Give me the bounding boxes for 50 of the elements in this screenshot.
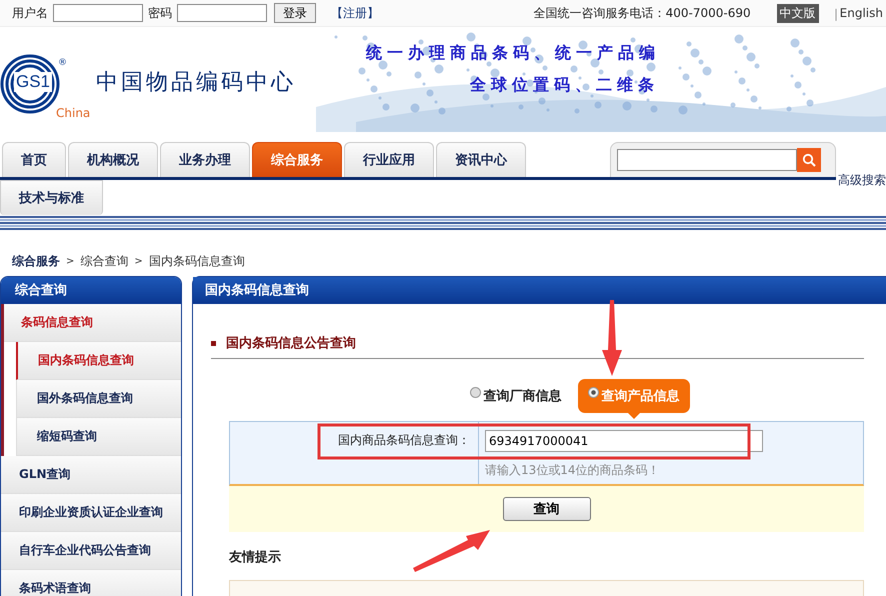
breadcrumb-separator: > bbox=[66, 256, 74, 266]
barcode-field[interactable]: 6934917000041 bbox=[485, 430, 763, 452]
nav-tab[interactable]: 机构概况 bbox=[68, 142, 158, 177]
register-link[interactable]: 【注册】 bbox=[331, 4, 379, 22]
nav-tab[interactable]: 综合服务 bbox=[252, 142, 342, 177]
username-field[interactable] bbox=[53, 4, 143, 22]
sidebar-item[interactable]: 印刷企业资质认证企业查询 bbox=[1, 494, 181, 532]
hotline-text: 全国统一咨询服务电话：400-7000-690 bbox=[534, 4, 751, 22]
separator-text: | bbox=[834, 7, 838, 21]
search-button[interactable] bbox=[797, 148, 821, 172]
field-label: 国内商品条码信息查询： bbox=[338, 432, 470, 449]
nav-tab[interactable]: 首页 bbox=[2, 142, 66, 177]
nav-tab[interactable]: 技术与标准 bbox=[0, 180, 103, 215]
breadcrumb-link[interactable]: 综合服务 bbox=[12, 252, 60, 270]
query-button[interactable]: 查询 bbox=[502, 497, 590, 521]
username-label: 用户名 bbox=[12, 4, 48, 22]
sidebar-item[interactable]: 条码术语查询 bbox=[1, 570, 181, 596]
slogan-text: 统一办理商品条码、统一产品编 bbox=[366, 43, 660, 64]
organization-name: 中国物品编码中心 bbox=[96, 69, 296, 97]
nav-tab[interactable]: 资讯中心 bbox=[436, 142, 526, 177]
sidebar-subitem[interactable]: 国外条码信息查询 bbox=[16, 380, 181, 418]
login-button[interactable]: 登录 bbox=[274, 3, 316, 23]
sidebar-item[interactable]: 条码信息查询 bbox=[4, 304, 181, 342]
password-label: 密码 bbox=[148, 4, 172, 22]
hint-text: 请输入13位或14位的商品条码！ bbox=[485, 463, 661, 477]
logo-region-text: China bbox=[56, 106, 90, 120]
sidebar-subitem[interactable]: 缩短码查询 bbox=[16, 418, 181, 456]
search-icon bbox=[802, 153, 816, 167]
bullet-icon bbox=[211, 340, 216, 346]
sidebar-item[interactable]: GLN查询 bbox=[1, 456, 181, 494]
breadcrumb-link[interactable]: 综合查询 bbox=[80, 252, 128, 270]
panel-header: 国内条码信息查询 bbox=[193, 277, 886, 304]
registered-mark: ® bbox=[58, 58, 67, 68]
language-link[interactable]: English bbox=[836, 5, 886, 21]
radio-option[interactable]: 查询厂商信息 bbox=[470, 387, 562, 405]
tips-title: 友情提示 bbox=[229, 549, 282, 566]
nav-tab[interactable]: 行业应用 bbox=[344, 142, 434, 177]
breadcrumb-link[interactable]: 国内条码信息查询 bbox=[148, 252, 245, 270]
password-field[interactable] bbox=[177, 4, 267, 22]
search-field[interactable] bbox=[617, 149, 797, 171]
breadcrumb-separator: > bbox=[134, 256, 143, 266]
advanced-search-link[interactable]: 高级搜索 bbox=[838, 172, 886, 189]
logo-text: GS1 bbox=[14, 72, 52, 92]
sidebar-header: 综合查询 bbox=[1, 277, 181, 304]
sidebar-item[interactable]: 自行车企业代码公告查询 bbox=[1, 532, 181, 570]
slogan-text: 全球位置码、二维条 bbox=[470, 75, 659, 96]
nav-tab[interactable]: 业务办理 bbox=[160, 142, 250, 177]
sidebar-subitem[interactable]: 国内条码信息查询 bbox=[16, 342, 181, 380]
language-link[interactable]: 中文版 bbox=[776, 4, 819, 22]
section-title: 国内条码信息公告查询 bbox=[226, 334, 356, 352]
